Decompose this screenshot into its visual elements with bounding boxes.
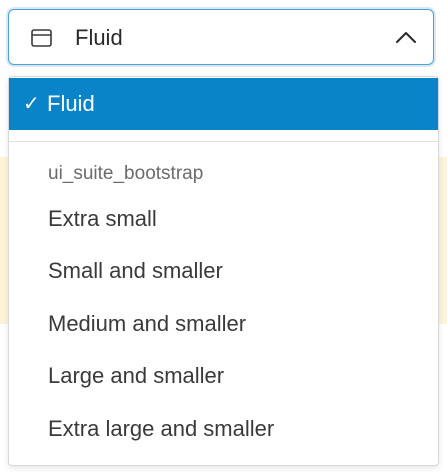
select-current-value: Fluid <box>75 25 123 50</box>
option-label: Fluid <box>47 91 95 116</box>
option-small-and-smaller[interactable]: Small and smaller <box>48 258 223 284</box>
option-group-label: ui_suite_bootstrap <box>48 163 204 184</box>
option-extra-small[interactable]: Extra small <box>48 206 157 232</box>
option-large-and-smaller[interactable]: Large and smaller <box>48 363 224 389</box>
dropdown-menu: ✓ Fluid ui_suite_bootstrap Extra small S… <box>8 76 439 466</box>
chevron-up-icon[interactable] <box>395 28 417 46</box>
window-icon <box>31 29 52 47</box>
check-icon: ✓ <box>23 93 40 115</box>
menu-divider <box>9 141 438 142</box>
option-extra-large-and-smaller[interactable]: Extra large and smaller <box>48 416 274 442</box>
layout-select[interactable]: Fluid <box>8 9 434 65</box>
option-medium-and-smaller[interactable]: Medium and smaller <box>48 311 246 337</box>
option-fluid-selected[interactable]: ✓ Fluid <box>9 78 438 130</box>
